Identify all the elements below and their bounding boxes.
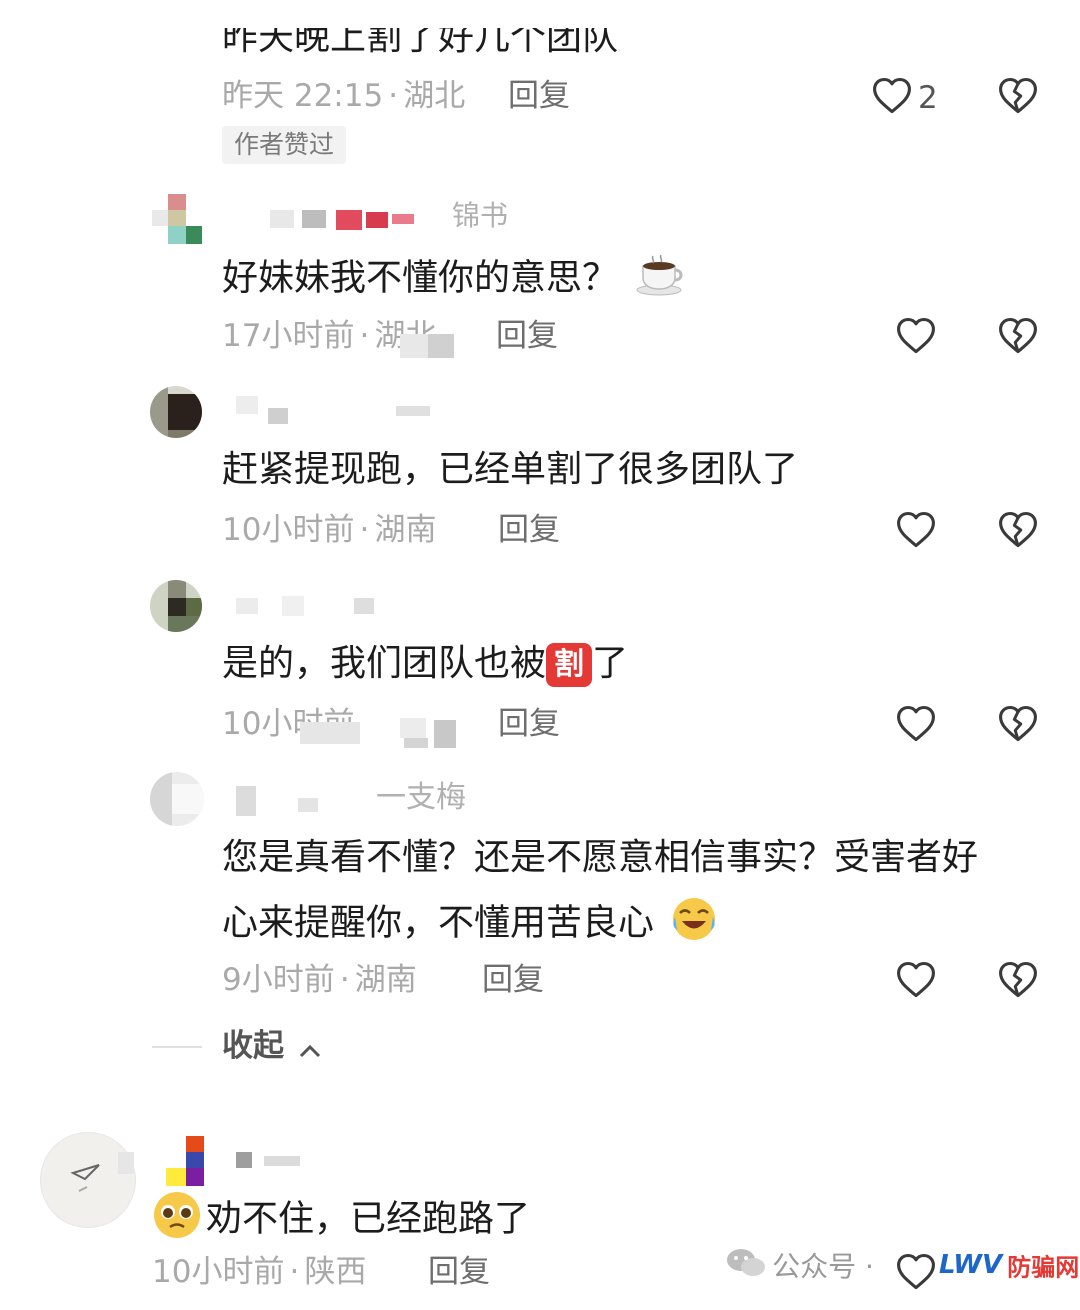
cut-emoji-char: 割 xyxy=(554,647,585,682)
comment-text-content: 是的，我们团队也被 xyxy=(222,643,547,684)
broken-heart-icon xyxy=(996,508,1040,552)
wechat-icon xyxy=(725,1245,767,1285)
reply-button[interactable]: 回复 xyxy=(496,316,558,356)
username-blurred xyxy=(236,784,366,816)
cut-emoji: 割 xyxy=(546,643,593,687)
comment-location: 陕西 xyxy=(304,1254,367,1290)
comment-text: 是的，我们团队也被割了 xyxy=(222,642,628,687)
collapse-divider xyxy=(152,1046,202,1048)
crying-laugh-emoji xyxy=(671,896,717,953)
watermark: 公众号 · LWV 防骗网 xyxy=(725,1245,1079,1289)
chevron-up-icon xyxy=(299,1028,321,1068)
comment-location: 湖南 xyxy=(354,962,417,998)
location-blur xyxy=(400,330,456,360)
reply-button[interactable]: 回复 xyxy=(498,704,560,744)
comment-time: 10小时前 xyxy=(222,512,355,548)
comment-time: 10小时前 xyxy=(152,1254,285,1290)
meta-separator: · xyxy=(359,512,370,548)
username[interactable]: 一支梅 xyxy=(376,780,466,816)
pleading-emoji xyxy=(152,1190,202,1251)
meta-separator: · xyxy=(388,78,399,114)
broken-heart-icon xyxy=(996,314,1040,358)
username-blurred xyxy=(270,204,440,230)
comment-text: 昨天晚上割了好几个团队 xyxy=(222,17,619,58)
comment-text-content: 劝不住，已经跑路了 xyxy=(206,1198,531,1240)
site-logo: LWV xyxy=(939,1250,1002,1280)
username-blurred xyxy=(166,1136,206,1186)
dislike-button[interactable] xyxy=(996,702,1040,746)
meta-separator: · xyxy=(359,318,370,354)
meta-separator: · xyxy=(339,962,350,998)
username-blurred xyxy=(236,396,436,426)
comment-meta: 10小时前 · 湖南 xyxy=(222,510,437,550)
avatar[interactable] xyxy=(150,580,202,632)
site-logo-text: LWV xyxy=(939,1250,1003,1280)
reply-button[interactable]: 回复 xyxy=(498,510,560,550)
like-button[interactable] xyxy=(894,958,938,1002)
comment-text: 赶紧提现跑，已经单割了很多团队了 xyxy=(222,449,799,490)
username-blurred xyxy=(236,1150,306,1170)
comment-time: 昨天 22:15 xyxy=(222,78,384,114)
comment-meta: 昨天 22:15 · 湖北 xyxy=(222,76,465,116)
site-label: 防骗网 xyxy=(1007,1253,1080,1282)
paper-plane-icon xyxy=(70,1164,100,1192)
coffee-emoji xyxy=(635,252,687,307)
reply-button[interactable]: 回复 xyxy=(428,1252,490,1292)
comment-text-content: 心来提醒你，不懂用苦良心 xyxy=(222,902,655,944)
comment-meta: 10小时前 · 陕西 xyxy=(152,1252,367,1292)
username[interactable]: 锦书 xyxy=(452,198,508,234)
comment-text: 好妹妹我不懂你的意思？ xyxy=(222,252,687,307)
avatar[interactable] xyxy=(150,386,202,438)
avatar[interactable] xyxy=(150,772,204,826)
comment-location: 湖南 xyxy=(374,512,437,548)
like-count: 2 xyxy=(918,80,938,116)
broken-heart-icon xyxy=(996,702,1040,746)
comment-text-end: 了 xyxy=(592,643,629,684)
broken-heart-icon xyxy=(996,958,1040,1002)
like-button[interactable] xyxy=(894,314,938,358)
comment-text-line1: 您是真看不懂？还是不愿意相信事实？受害者好 xyxy=(222,837,979,878)
reply-button[interactable]: 回复 xyxy=(508,76,570,116)
like-button[interactable] xyxy=(870,74,914,118)
dislike-button[interactable] xyxy=(996,314,1040,358)
blur-patch xyxy=(118,1152,134,1174)
username-blurred xyxy=(236,592,376,622)
comment-text-line2: 心来提醒你，不懂用苦良心 xyxy=(222,896,717,953)
meta-separator: · xyxy=(289,1254,300,1290)
comment-time: 17小时前 xyxy=(222,318,355,354)
heart-outline-icon xyxy=(870,74,914,118)
comment-text: 劝不住，已经跑路了 xyxy=(152,1190,530,1251)
collapse-label: 收起 xyxy=(222,1028,284,1064)
avatar[interactable] xyxy=(152,194,202,244)
comment-meta: 9小时前 · 湖南 xyxy=(222,960,417,1000)
heart-outline-icon xyxy=(894,702,938,746)
comment-time: 9小时前 xyxy=(222,962,335,998)
like-button[interactable] xyxy=(894,508,938,552)
comment-text-content: 好妹妹我不懂你的意思？ xyxy=(222,257,619,299)
dislike-button[interactable] xyxy=(996,508,1040,552)
wechat-label: 公众号 · xyxy=(772,1250,874,1283)
reply-button[interactable]: 回复 xyxy=(482,960,544,1000)
comment-location: 湖北 xyxy=(403,78,466,114)
dislike-button[interactable] xyxy=(996,958,1040,1002)
like-button[interactable] xyxy=(894,702,938,746)
broken-heart-icon xyxy=(996,74,1040,118)
collapse-replies-button[interactable]: 收起 xyxy=(222,1026,321,1068)
heart-outline-icon xyxy=(894,508,938,552)
location-blur xyxy=(300,712,460,748)
author-liked-badge: 作者赞过 xyxy=(222,126,347,164)
heart-outline-icon xyxy=(894,958,938,1002)
avatar[interactable] xyxy=(40,1132,136,1228)
dislike-button[interactable] xyxy=(996,74,1040,118)
heart-outline-icon xyxy=(894,314,938,358)
